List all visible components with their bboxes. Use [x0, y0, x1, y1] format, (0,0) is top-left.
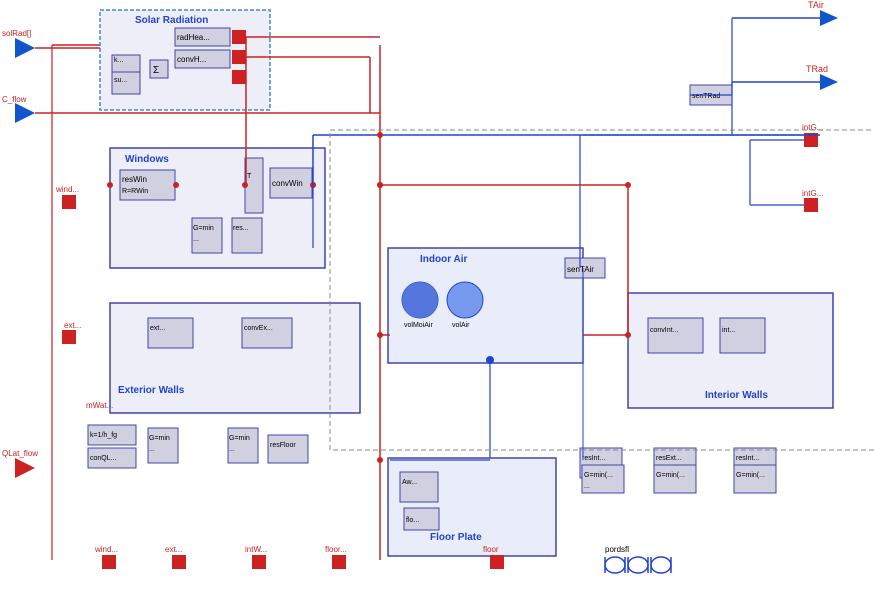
svg-text:G=min: G=min	[149, 435, 170, 442]
svg-text:G=min: G=min	[193, 225, 214, 232]
svg-text:Σ: Σ	[153, 65, 159, 76]
svg-text:wind...: wind...	[55, 185, 79, 194]
svg-text:senTAir: senTAir	[567, 265, 594, 274]
svg-text:conQL...: conQL...	[90, 455, 117, 462]
svg-text:TRad: TRad	[806, 64, 828, 74]
svg-text:convWin: convWin	[272, 179, 303, 188]
svg-text:convH...: convH...	[177, 55, 206, 64]
svg-text:volMoiAir: volMoiAir	[404, 322, 433, 329]
svg-text:wind...: wind...	[94, 545, 118, 554]
svg-text:G=min(...: G=min(...	[584, 472, 613, 479]
svg-text:mWat...: mWat...	[86, 401, 113, 410]
svg-text:intW...: intW...	[245, 545, 267, 554]
svg-text:floor: floor	[483, 545, 499, 554]
svg-text:Floor Plate: Floor Plate	[430, 532, 482, 543]
svg-text:Interior Walls: Interior Walls	[705, 390, 768, 401]
svg-text:floor...: floor...	[325, 545, 347, 554]
svg-text:Solar Radiation: Solar Radiation	[135, 15, 208, 26]
svg-text:k=1/h_fg: k=1/h_fg	[90, 432, 117, 439]
svg-text:intG...: intG...	[802, 123, 823, 132]
svg-text:convInt...: convInt...	[650, 327, 678, 334]
svg-text:convEx...: convEx...	[244, 325, 273, 332]
svg-text:...: ...	[193, 236, 199, 243]
svg-text:...: ...	[229, 446, 235, 453]
svg-text:solRad[]: solRad[]	[2, 29, 31, 38]
svg-text:G=min(...: G=min(...	[656, 472, 685, 479]
svg-text:C_flow: C_flow	[2, 95, 27, 104]
svg-text:senTRad: senTRad	[692, 93, 721, 100]
svg-text:Aw...: Aw...	[402, 479, 417, 486]
svg-text:resWin: resWin	[122, 175, 147, 184]
diagram-svg: Solar Radiation radHea... convH... Σ k..…	[0, 0, 874, 590]
svg-text:QLat_flow: QLat_flow	[2, 449, 38, 458]
svg-text:flo...: flo...	[406, 517, 419, 524]
svg-text:...: ...	[149, 446, 155, 453]
svg-text:res...: res...	[233, 225, 249, 232]
svg-text:Indoor Air: Indoor Air	[420, 254, 468, 265]
svg-text:radHea...: radHea...	[177, 33, 210, 42]
svg-text:...: ...	[584, 483, 590, 490]
svg-text:G=min: G=min	[229, 435, 250, 442]
svg-text:resExt...: resExt...	[656, 455, 682, 462]
svg-text:pordsfl: pordsfl	[605, 545, 629, 554]
svg-text:resInt...: resInt...	[736, 455, 759, 462]
svg-text:Windows: Windows	[125, 154, 169, 165]
svg-text:intG...: intG...	[802, 189, 823, 198]
svg-text:ext...: ext...	[64, 321, 81, 330]
svg-text:G=min(...: G=min(...	[736, 472, 765, 479]
svg-text:k...: k...	[114, 57, 123, 64]
svg-text:int...: int...	[722, 327, 735, 334]
svg-text:Exterior Walls: Exterior Walls	[118, 385, 185, 396]
svg-text:T: T	[247, 173, 252, 180]
svg-text:ext...: ext...	[150, 325, 165, 332]
svg-text:volAir: volAir	[452, 322, 470, 329]
svg-text:R=RWin: R=RWin	[122, 188, 148, 195]
svg-text:ext...: ext...	[165, 545, 182, 554]
svg-text:resInt...: resInt...	[582, 455, 605, 462]
svg-text:TAir: TAir	[808, 0, 824, 10]
svg-text:resFloor: resFloor	[270, 442, 296, 449]
main-canvas: Solar Radiation radHea... convH... Σ k..…	[0, 0, 874, 590]
svg-text:su...: su...	[114, 77, 127, 84]
